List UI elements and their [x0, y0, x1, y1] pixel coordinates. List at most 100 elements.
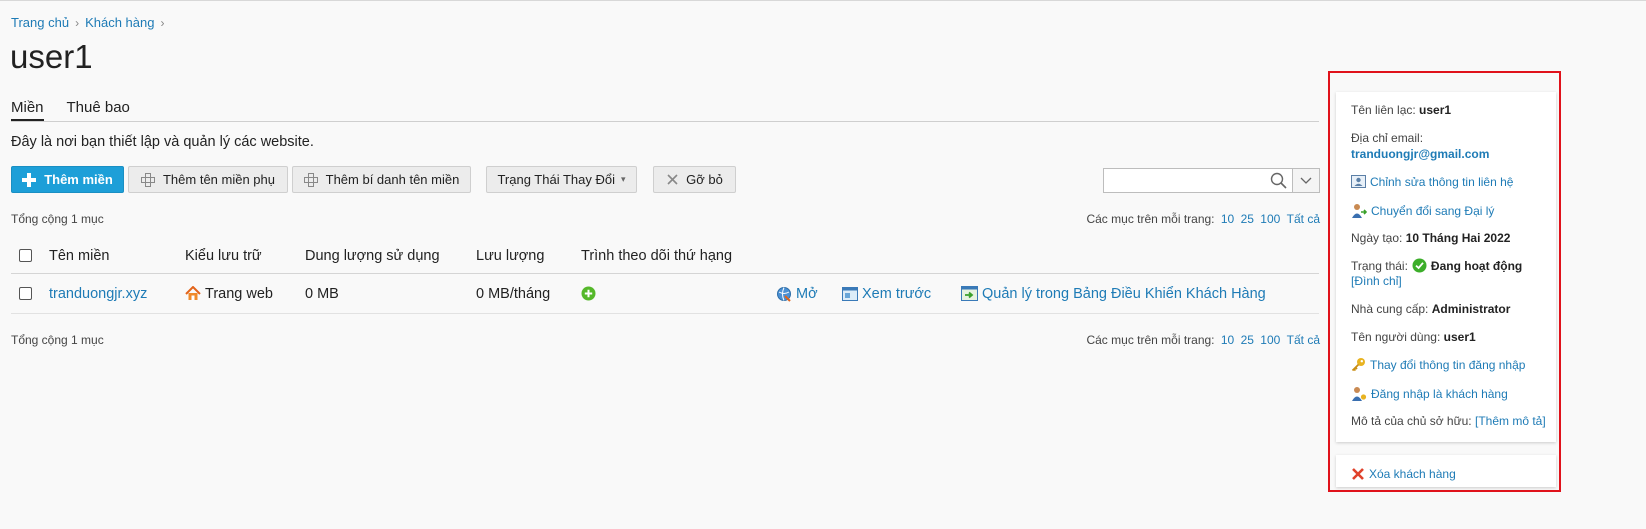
created-date: Ngày tạo: 10 Tháng Hai 2022: [1351, 231, 1510, 245]
status-row: Trạng thái: Đang hoạt động: [1351, 258, 1522, 273]
add-description-link[interactable]: [Thêm mô tả]: [1475, 414, 1546, 428]
check-circle-icon: [1412, 258, 1427, 273]
globe-icon: [776, 286, 792, 302]
traffic-cell: 0 MB/tháng: [476, 285, 551, 302]
col-domain[interactable]: Tên miền: [49, 238, 109, 273]
contact-name: Tên liên lạc: user1: [1351, 103, 1451, 117]
add-subdomain-label: Thêm tên miền phụ: [162, 172, 275, 187]
total-count: Tổng cộng 1 mục: [11, 212, 104, 226]
manage-link[interactable]: Quản lý trong Bảng Điều Khiển Khách Hàng: [982, 286, 1266, 302]
add-domain-button[interactable]: Thêm miền: [11, 166, 124, 193]
breadcrumb-home[interactable]: Trang chủ: [11, 15, 69, 30]
delete-customer-action[interactable]: Xóa khách hàng: [1351, 467, 1456, 481]
tab-domains[interactable]: Miền: [11, 92, 44, 121]
add-subdomain-button[interactable]: Thêm tên miền phụ: [128, 166, 288, 193]
plus-icon: [22, 172, 37, 187]
preview-icon: [842, 286, 858, 301]
delete-customer-link[interactable]: Xóa khách hàng: [1369, 467, 1456, 481]
total-count-bottom: Tổng cộng 1 mục: [11, 333, 104, 347]
plus-icon: [140, 172, 155, 187]
preview-link[interactable]: Xem trước: [862, 286, 931, 302]
convert-reseller-link[interactable]: Chuyển đổi sang Đại lý: [1371, 204, 1494, 218]
open-site-action[interactable]: Mở: [776, 274, 818, 313]
chevron-down-icon: ▾: [621, 174, 626, 184]
select-all-checkbox[interactable]: [19, 249, 32, 262]
intro-text: Đây là nơi bạn thiết lập và quản lý các …: [11, 134, 314, 150]
delete-x-icon: [1352, 468, 1364, 480]
preview-action[interactable]: Xem trước: [842, 274, 931, 313]
add-circle-icon[interactable]: [581, 286, 596, 301]
manage-action[interactable]: Quản lý trong Bảng Điều Khiển Khách Hàng: [961, 274, 1266, 313]
search-input[interactable]: [1104, 169, 1264, 192]
change-login-link[interactable]: Thay đổi thông tin đăng nhập: [1370, 358, 1525, 372]
status-value: Đang hoạt động: [1430, 258, 1523, 273]
per-page-10[interactable]: 10: [1221, 333, 1234, 347]
per-page-10[interactable]: 10: [1221, 212, 1234, 226]
add-alias-button[interactable]: Thêm bí danh tên miền: [292, 166, 471, 193]
per-page-label: Các mục trên mỗi trang:: [1086, 212, 1215, 226]
search-icon[interactable]: [1270, 172, 1287, 189]
domain-link[interactable]: tranduongjr.xyz: [49, 286, 147, 302]
email-label: Địa chỉ email:: [1351, 131, 1424, 145]
change-status-button[interactable]: Trạng Thái Thay Đổi ▾: [486, 166, 637, 193]
owner-description-label: Mô tả của chủ sở hữu:: [1351, 414, 1472, 428]
change-status-label: Trạng Thái Thay Đổi: [497, 172, 615, 187]
provider-label: Nhà cung cấp:: [1351, 302, 1429, 316]
contact-name-value: user1: [1419, 103, 1452, 117]
chevron-right-icon: ›: [160, 15, 165, 30]
col-hosting-type[interactable]: Kiểu lưu trữ: [185, 238, 262, 273]
col-disk-usage[interactable]: Dung lượng sử dụng: [305, 238, 440, 273]
email-value: tranduongjr@gmail.com: [1351, 147, 1489, 161]
per-page-selector-bottom: Các mục trên mỗi trang: 10 25 100 Tất cả: [1086, 333, 1320, 347]
provider-value: Administrator: [1431, 302, 1511, 316]
per-page-all[interactable]: Tất cả: [1287, 333, 1320, 347]
col-rank-tracker[interactable]: Trình theo dõi thứ hạng: [581, 238, 732, 273]
breadcrumb-customers[interactable]: Khách hàng: [85, 15, 154, 30]
disk-usage-cell: 0 MB: [305, 285, 339, 302]
login-as-link[interactable]: Đăng nhập là khách hàng: [1371, 387, 1508, 401]
remove-icon: [667, 174, 678, 185]
per-page-25[interactable]: 25: [1241, 333, 1254, 347]
per-page-all[interactable]: Tất cả: [1287, 212, 1320, 226]
login-as-action[interactable]: Đăng nhập là khách hàng: [1351, 386, 1508, 402]
page-title: user1: [10, 38, 93, 75]
created-label: Ngày tạo:: [1351, 231, 1403, 245]
domains-table: Tên miền Kiểu lưu trữ Dung lượng sử dụng…: [11, 238, 1319, 314]
contact-card-icon: [1351, 175, 1366, 188]
plus-icon: [303, 172, 318, 187]
login-user-icon: [1352, 387, 1367, 401]
search-box: [1103, 168, 1293, 193]
suspend-link[interactable]: [Đình chỉ]: [1351, 274, 1402, 288]
open-link[interactable]: Mở: [796, 286, 818, 302]
chevron-down-icon: [1300, 177, 1312, 184]
email-link[interactable]: tranduongjr@gmail.com: [1351, 147, 1489, 161]
edit-contact-action[interactable]: Chỉnh sửa thông tin liên hệ: [1351, 174, 1513, 189]
owner-description-row: Mô tả của chủ sở hữu: [Thêm mô tả]: [1351, 414, 1546, 428]
per-page-selector: Các mục trên mỗi trang: 10 25 100 Tất cả: [1086, 212, 1320, 226]
username-value: user1: [1443, 330, 1476, 344]
hosting-type-label: Trang web: [205, 285, 273, 302]
user-convert-icon: [1352, 204, 1367, 218]
key-icon: [1351, 358, 1365, 372]
tab-subscriptions[interactable]: Thuê bao: [67, 92, 130, 121]
add-alias-label: Thêm bí danh tên miền: [325, 172, 460, 187]
per-page-100[interactable]: 100: [1260, 333, 1280, 347]
add-domain-label: Thêm miền: [44, 172, 113, 187]
remove-label: Gỡ bỏ: [686, 172, 723, 187]
change-login-action[interactable]: Thay đổi thông tin đăng nhập: [1351, 357, 1525, 372]
per-page-label: Các mục trên mỗi trang:: [1086, 333, 1215, 347]
per-page-25[interactable]: 25: [1241, 212, 1254, 226]
convert-reseller-action[interactable]: Chuyển đổi sang Đại lý: [1351, 203, 1494, 219]
search-options-toggle[interactable]: [1293, 168, 1320, 193]
suspend-row: [Đình chỉ]: [1351, 274, 1402, 288]
remove-button[interactable]: Gỡ bỏ: [653, 166, 736, 193]
username-row: Tên người dùng: user1: [1351, 330, 1476, 344]
row-checkbox[interactable]: [19, 287, 32, 300]
contact-name-label: Tên liên lạc:: [1351, 103, 1416, 117]
per-page-100[interactable]: 100: [1260, 212, 1280, 226]
tab-bar: Miền Thuê bao: [11, 92, 1319, 122]
col-traffic[interactable]: Lưu lượng: [476, 238, 544, 273]
breadcrumb: Trang chủ › Khách hàng ›: [11, 15, 170, 30]
username-label: Tên người dùng:: [1351, 330, 1441, 344]
edit-contact-link[interactable]: Chỉnh sửa thông tin liên hệ: [1370, 175, 1513, 189]
